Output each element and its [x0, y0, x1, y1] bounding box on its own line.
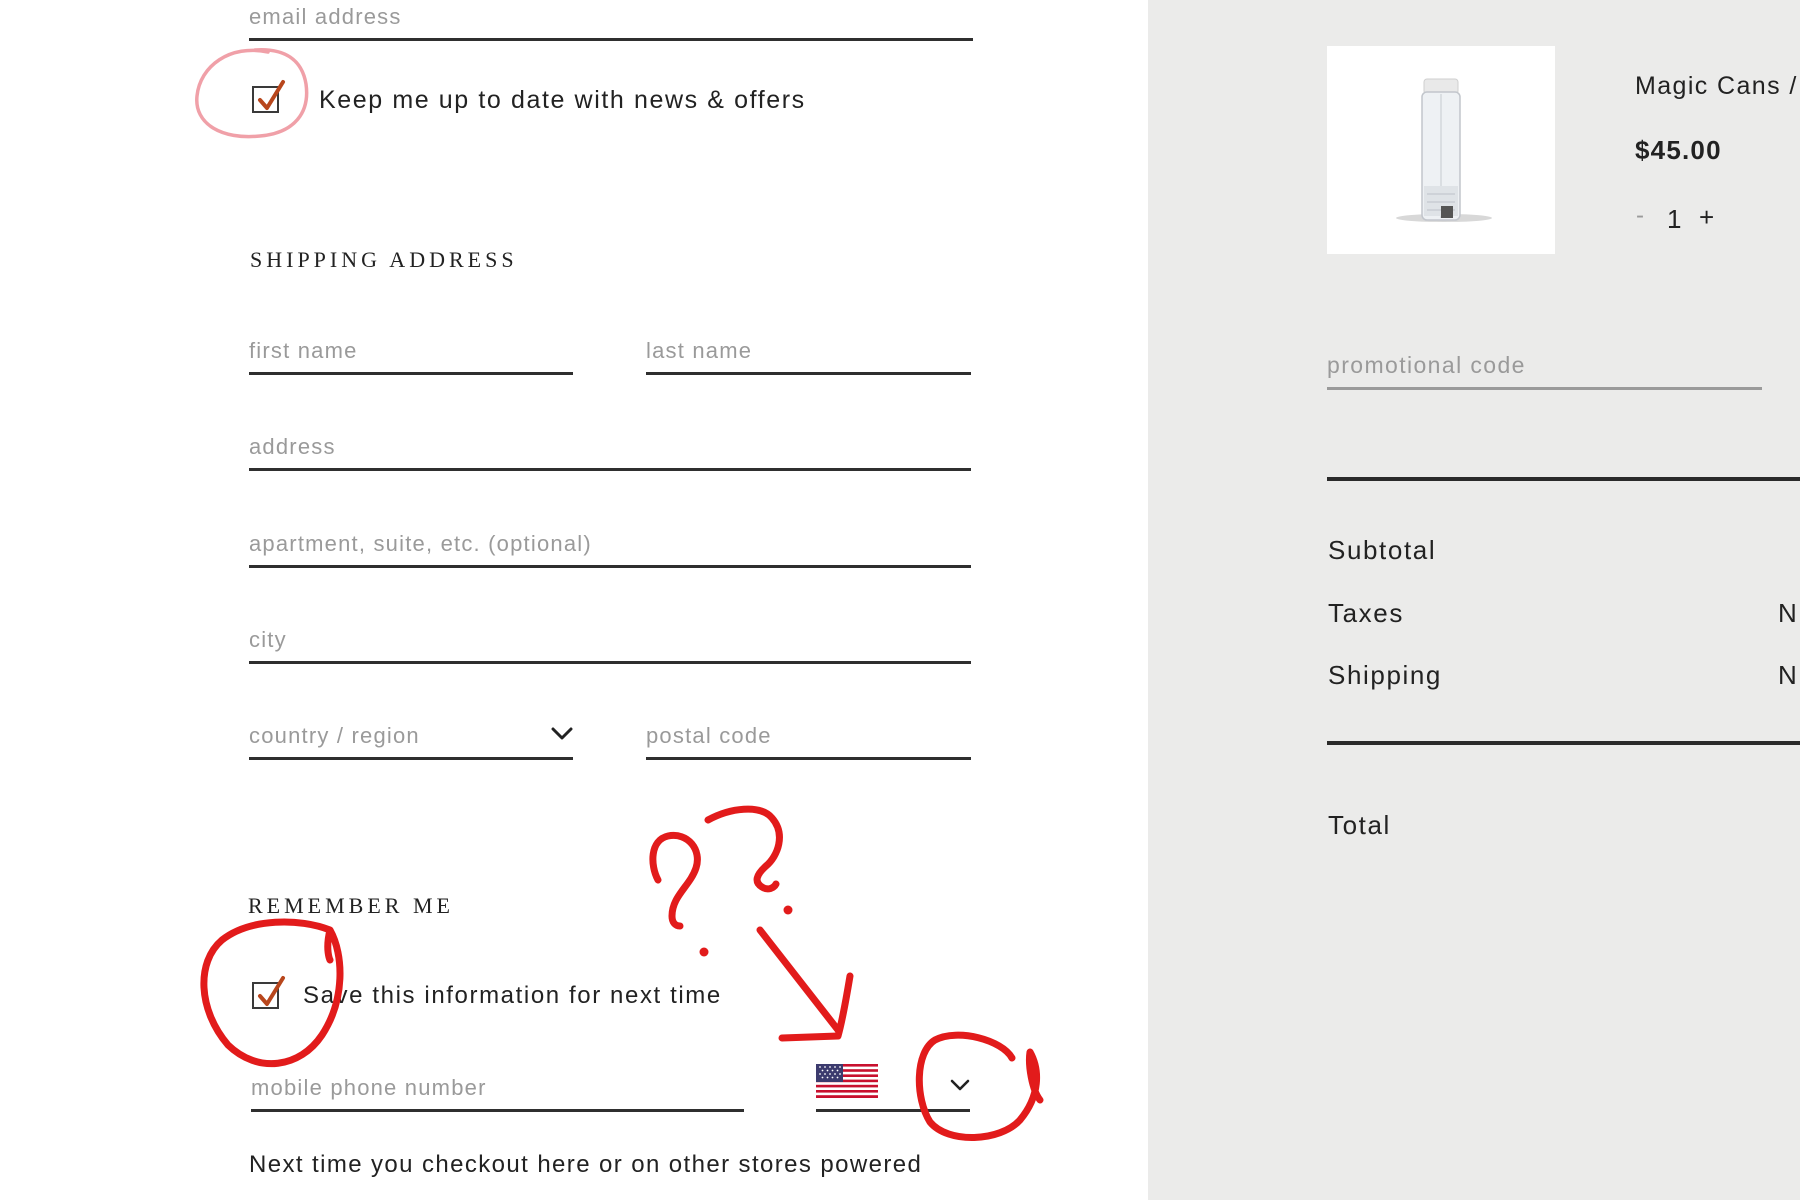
address-input[interactable] — [249, 434, 971, 460]
save-info-label: Save this information for next time — [303, 982, 722, 1009]
quantity-decrement-button[interactable]: - — [1636, 202, 1644, 230]
email-field[interactable] — [249, 0, 973, 41]
checkmark-icon — [258, 976, 285, 1006]
first-name-input[interactable] — [249, 338, 573, 364]
remember-me-title: REMEMBER ME — [248, 893, 454, 918]
postal-code-input[interactable] — [646, 723, 971, 749]
quantity-increment-button[interactable]: + — [1699, 202, 1714, 233]
summary-divider — [1327, 477, 1800, 481]
shipping-value: N — [1778, 660, 1797, 690]
apartment-input[interactable] — [249, 531, 971, 557]
chevron-down-icon[interactable] — [950, 1079, 970, 1091]
product-name: Magic Cans / — [1635, 72, 1798, 100]
summary-divider — [1327, 741, 1800, 745]
newsletter-checkbox[interactable] — [252, 80, 285, 113]
product-price: $45.00 — [1635, 135, 1722, 165]
email-input[interactable] — [249, 4, 973, 30]
chevron-down-icon[interactable] — [551, 727, 573, 741]
newsletter-label: Keep me up to date with news & offers — [319, 86, 806, 114]
us-flag-icon — [816, 1064, 878, 1098]
mobile-phone-input[interactable] — [251, 1075, 744, 1101]
country-region-select[interactable] — [249, 709, 573, 760]
city-field[interactable] — [249, 613, 971, 664]
checkout-form-pane: Keep me up to date with news & offers SH… — [0, 0, 1148, 1200]
subtotal-label: Subtotal — [1328, 535, 1437, 565]
last-name-field[interactable] — [646, 324, 971, 375]
total-label: Total — [1328, 810, 1391, 840]
shipping-label: Shipping — [1328, 660, 1442, 690]
remember-me-note: Next time you checkout here or on other … — [249, 1151, 923, 1178]
apartment-field[interactable] — [249, 517, 971, 568]
taxes-value: N — [1778, 598, 1797, 628]
postal-code-field[interactable] — [646, 709, 971, 760]
last-name-input[interactable] — [646, 338, 971, 364]
shipping-address-title: SHIPPING ADDRESS — [250, 247, 518, 272]
product-thumbnail — [1327, 46, 1555, 254]
promo-code-input[interactable] — [1327, 352, 1762, 379]
country-region-input[interactable] — [249, 723, 509, 749]
city-input[interactable] — [249, 627, 971, 653]
checkmark-icon — [258, 80, 285, 110]
first-name-field[interactable] — [249, 324, 573, 375]
phone-country-select[interactable] — [816, 1060, 970, 1112]
checkout-page: Keep me up to date with news & offers SH… — [0, 0, 1800, 1200]
save-info-checkbox[interactable] — [252, 976, 285, 1009]
promo-code-field[interactable] — [1327, 340, 1762, 390]
quantity-value: 1 — [1667, 204, 1682, 234]
product-bottle-image — [1396, 78, 1492, 222]
mobile-phone-field[interactable] — [251, 1060, 744, 1112]
taxes-label: Taxes — [1328, 598, 1404, 628]
address-field[interactable] — [249, 420, 971, 471]
